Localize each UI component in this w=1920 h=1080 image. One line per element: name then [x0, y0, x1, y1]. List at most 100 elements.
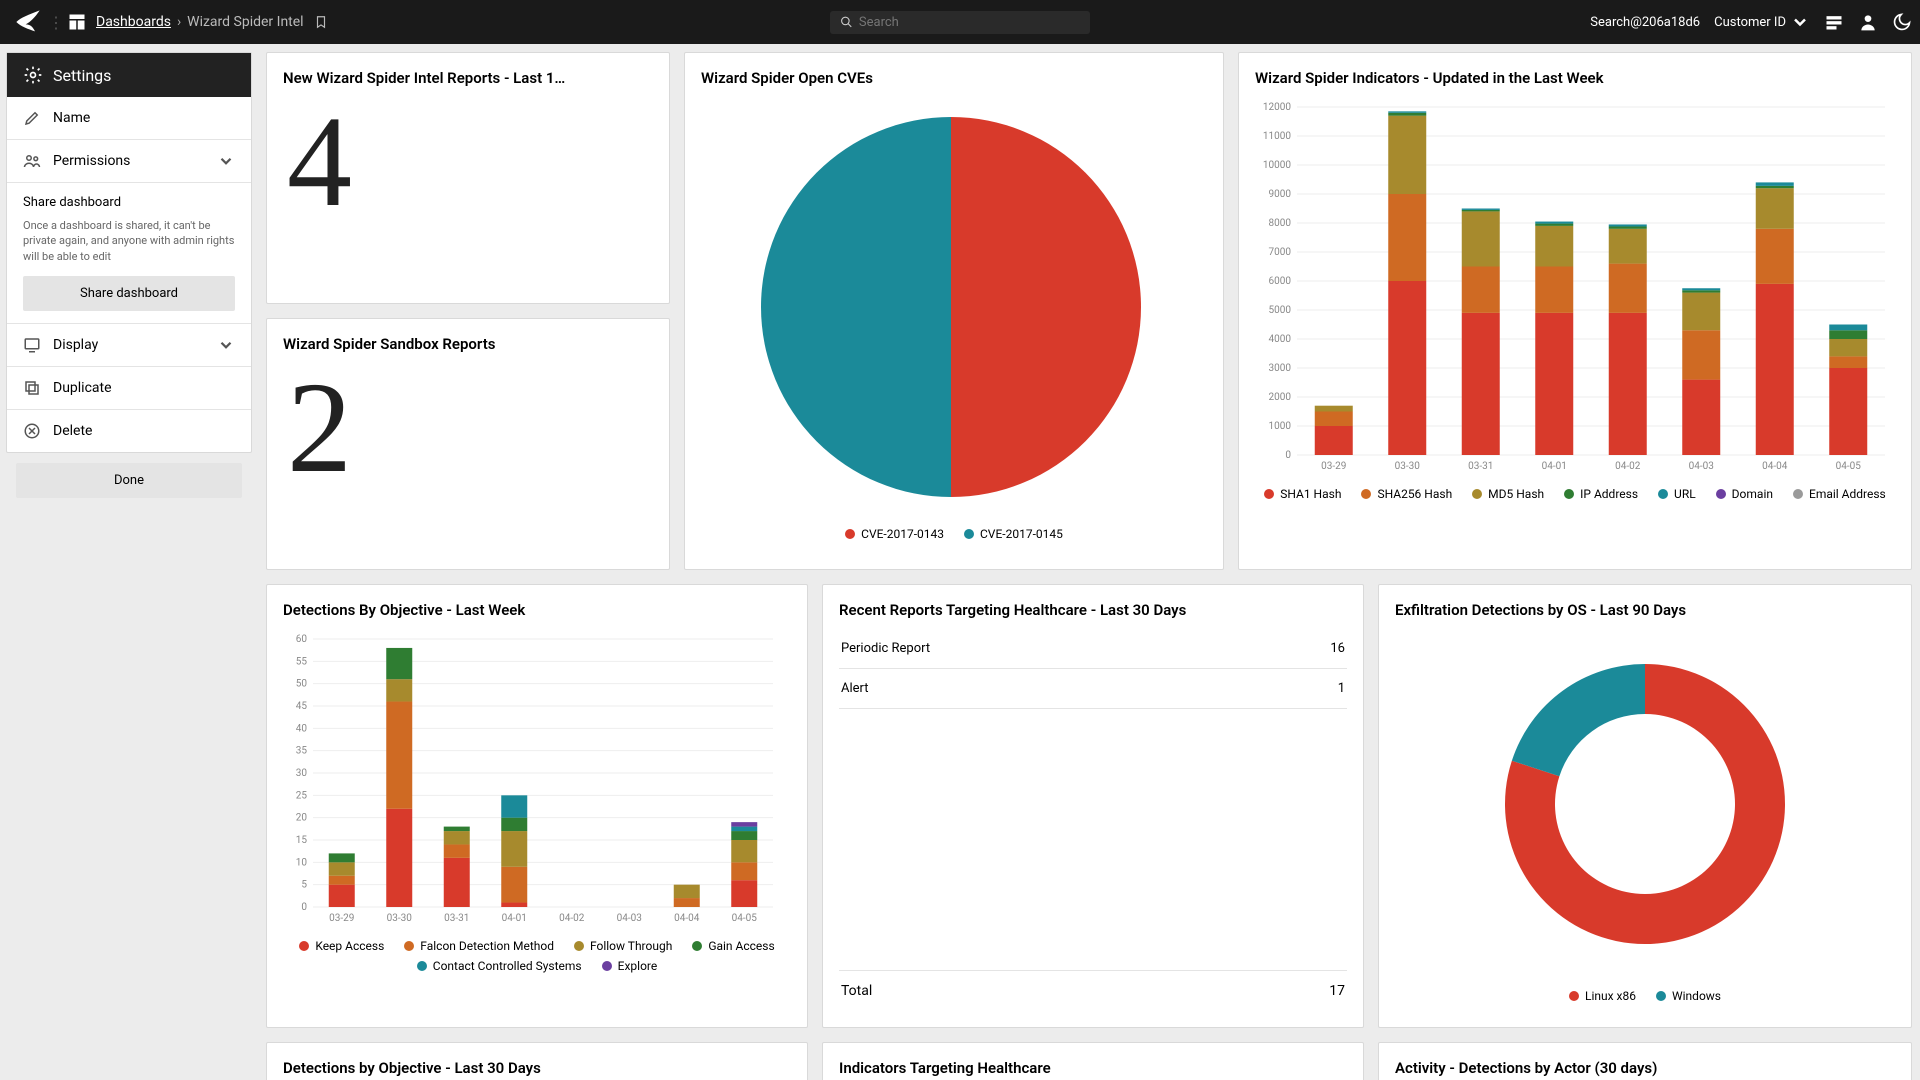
legend-label: MD5 Hash [1488, 487, 1544, 501]
legend-item[interactable]: Windows [1656, 989, 1721, 1003]
legend-item[interactable]: SHA256 Hash [1361, 487, 1452, 501]
theme-toggle-icon[interactable] [1892, 12, 1912, 32]
legend-item[interactable]: Follow Through [574, 939, 672, 953]
share-description: Once a dashboard is shared, it can't be … [23, 218, 235, 264]
pie-chart [701, 97, 1201, 517]
legend-item[interactable]: SHA1 Hash [1264, 487, 1341, 501]
svg-text:9000: 9000 [1269, 189, 1292, 200]
svg-text:5000: 5000 [1269, 305, 1292, 316]
legend-item[interactable]: MD5 Hash [1472, 487, 1544, 501]
legend-item[interactable]: URL [1658, 487, 1696, 501]
card-open-cves: Wizard Spider Open CVEs CVE-2017-0143CVE… [684, 52, 1224, 570]
card-title: Wizard Spider Open CVEs [701, 69, 1207, 87]
table-row[interactable]: Alert1 [839, 669, 1347, 709]
global-search[interactable] [830, 11, 1090, 34]
svg-text:12000: 12000 [1263, 102, 1291, 113]
card-title: Activity - Detections by Actor (30 days) [1395, 1059, 1895, 1077]
svg-text:4000: 4000 [1269, 334, 1292, 345]
sidebar-item-duplicate[interactable]: Duplicate [7, 367, 251, 410]
breadcrumb-current: Wizard Spider Intel [187, 14, 303, 30]
card-title: Wizard Spider Sandbox Reports [283, 335, 653, 353]
legend-item[interactable]: Contact Controlled Systems [417, 959, 582, 973]
legend-label: URL [1674, 487, 1696, 501]
display-icon [23, 336, 41, 354]
user-icon[interactable] [1858, 12, 1878, 32]
detections-chart: 05101520253035404550556003-2903-3003-310… [283, 629, 783, 929]
card-new-reports: New Wizard Spider Intel Reports - Last 1… [266, 52, 670, 304]
total-label: Total [841, 983, 872, 999]
card-reports: Recent Reports Targeting Healthcare - La… [822, 584, 1364, 1028]
legend-label: SHA1 Hash [1280, 487, 1341, 501]
search-input[interactable] [859, 15, 1080, 30]
done-button[interactable]: Done [16, 463, 242, 498]
legend-label: Follow Through [590, 939, 672, 953]
card-title: Wizard Spider Indicators - Updated in th… [1255, 69, 1895, 87]
svg-text:04-04: 04-04 [674, 913, 700, 924]
svg-text:55: 55 [296, 656, 308, 667]
legend-item[interactable]: Explore [602, 959, 658, 973]
svg-text:8000: 8000 [1269, 218, 1292, 229]
svg-text:03-29: 03-29 [329, 913, 354, 924]
pie-legend: CVE-2017-0143 CVE-2017-0145 [701, 527, 1207, 541]
svg-text:04-01: 04-01 [1542, 461, 1567, 472]
svg-text:10000: 10000 [1263, 160, 1291, 171]
customer-id-dropdown[interactable]: Customer ID [1714, 12, 1810, 32]
svg-text:04-03: 04-03 [1689, 461, 1714, 472]
legend-label: Email Address [1809, 487, 1886, 501]
reports-table: Periodic Report16Alert1 Total 17 [839, 629, 1347, 1011]
card-title: New Wizard Spider Intel Reports - Last 1… [283, 69, 653, 87]
legend-label: Keep Access [315, 939, 384, 953]
account-label: Search@206a18d6 [1590, 15, 1700, 30]
card-title: Detections By Objective - Last Week [283, 601, 791, 619]
breadcrumb: Dashboards › Wizard Spider Intel [96, 14, 328, 30]
settings-header: Settings [7, 53, 251, 97]
legend-dot [845, 529, 855, 539]
falcon-logo-icon[interactable] [14, 8, 42, 36]
legend-item[interactable]: Keep Access [299, 939, 384, 953]
svg-text:0: 0 [301, 902, 307, 913]
legend-dot [404, 941, 414, 951]
legend-dot [1472, 489, 1482, 499]
legend-item[interactable]: Email Address [1793, 487, 1886, 501]
legend-label: CVE-2017-0145 [980, 527, 1063, 541]
legend-item[interactable]: Falcon Detection Method [404, 939, 554, 953]
breadcrumb-dashboards[interactable]: Dashboards [96, 14, 171, 30]
legend-dot [1569, 991, 1579, 1001]
activity-icon[interactable] [1824, 12, 1844, 32]
dashboard-content: New Wizard Spider Intel Reports - Last 1… [258, 44, 1920, 1080]
legend-dot [1656, 991, 1666, 1001]
legend-item[interactable]: CVE-2017-0143 [845, 527, 944, 541]
share-dashboard-button[interactable]: Share dashboard [23, 276, 235, 311]
sidebar-item-permissions[interactable]: Permissions [7, 140, 251, 183]
legend-dot [1793, 489, 1803, 499]
row-value: 1 [1338, 681, 1345, 696]
svg-text:04-01: 04-01 [502, 913, 527, 924]
legend-item[interactable]: Gain Access [692, 939, 774, 953]
legend-label: Linux x86 [1585, 989, 1636, 1003]
apps-grid-icon[interactable] [68, 13, 86, 31]
duplicate-icon [23, 379, 41, 397]
svg-text:03-31: 03-31 [444, 913, 469, 924]
sidebar-item-delete[interactable]: Delete [7, 410, 251, 452]
bookmark-icon[interactable] [314, 15, 328, 29]
card-title: Recent Reports Targeting Healthcare - La… [839, 601, 1347, 619]
svg-text:15: 15 [296, 835, 308, 846]
legend-item[interactable]: Linux x86 [1569, 989, 1636, 1003]
legend-dot [964, 529, 974, 539]
sidebar-item-name[interactable]: Name [7, 97, 251, 140]
legend-item[interactable]: CVE-2017-0145 [964, 527, 1063, 541]
big-number: 2 [283, 363, 653, 493]
breadcrumb-separator: › [177, 14, 181, 30]
legend-dot [602, 961, 612, 971]
total-value: 17 [1329, 983, 1345, 999]
sidebar-item-display[interactable]: Display [7, 324, 251, 367]
svg-text:03-31: 03-31 [1468, 461, 1493, 472]
svg-text:40: 40 [296, 723, 308, 734]
svg-text:50: 50 [296, 679, 308, 690]
legend-item[interactable]: Domain [1716, 487, 1773, 501]
delete-icon [23, 422, 41, 440]
table-row[interactable]: Periodic Report16 [839, 629, 1347, 669]
topbar: ⋮ Dashboards › Wizard Spider Intel Searc… [0, 0, 1920, 44]
legend-item[interactable]: IP Address [1564, 487, 1638, 501]
legend-dot [1658, 489, 1668, 499]
